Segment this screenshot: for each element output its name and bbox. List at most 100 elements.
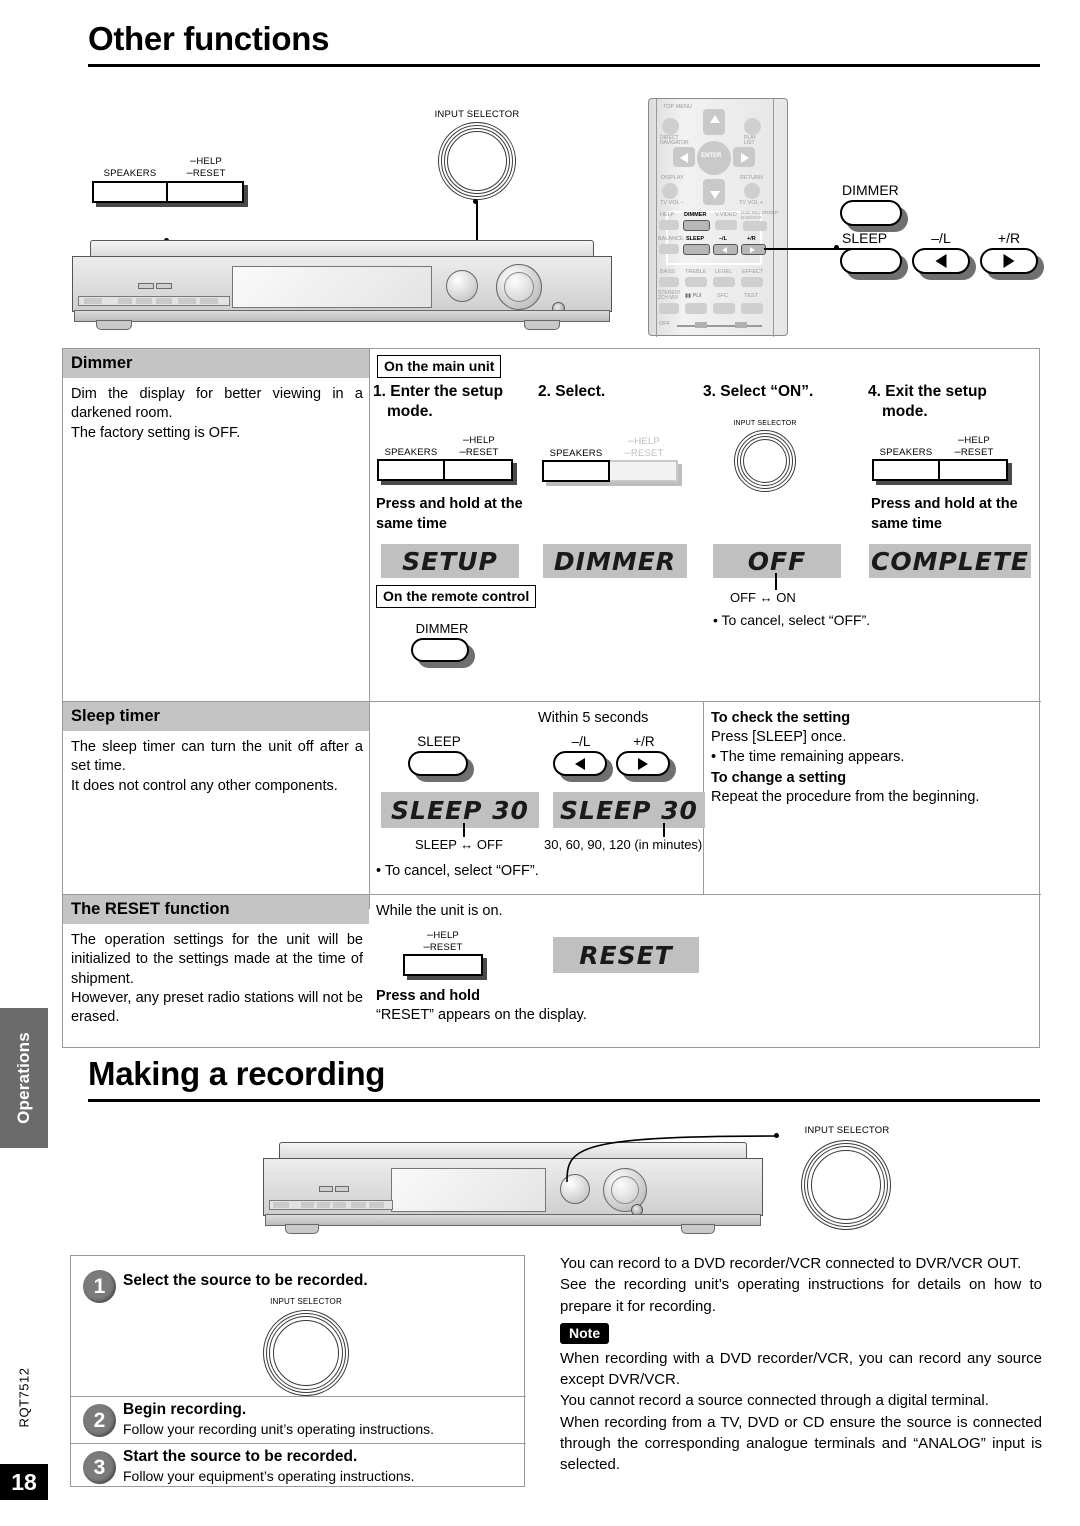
plus-r-label-2: +/R (633, 734, 655, 749)
on-remote-control-chip: On the remote control (376, 585, 537, 608)
reset-description-line1: The operation settings for the unit will… (71, 932, 363, 987)
remote-key-sleep[interactable] (683, 244, 710, 255)
note-badge: Note (560, 1322, 610, 1344)
recording-title-text: Making a recording (88, 1055, 386, 1092)
remote-key-bass[interactable] (659, 277, 679, 287)
plus-r-key-graphic-2[interactable] (616, 751, 676, 782)
sleep-description-line1: The sleep timer can turn the unit off af… (71, 739, 363, 775)
input-selector-label-3: INPUT SELECTOR (270, 1297, 342, 1306)
document-code: RQT7512 (16, 1367, 32, 1428)
step-1-title-line1: Enter the setup (390, 383, 504, 400)
remote-key-dimmer[interactable] (683, 220, 710, 231)
sleep-key-label-2: SLEEP (417, 734, 461, 749)
step-4-button-graphic: SPEAKERS ‒HELP ‒RESET (872, 434, 1038, 485)
input-selector-knob-graphic (438, 122, 516, 201)
sleep-cancel-note: • To cancel, select “OFF”. (376, 863, 539, 879)
press-and-hold-note-1: Press and hold at the same time (376, 496, 523, 532)
plus-r-key-label: +/R (997, 230, 1021, 246)
dimmer-key-graphic[interactable] (840, 200, 908, 232)
on-main-unit-chip: On the main unit (377, 355, 502, 378)
callout-plus-r-key: +/R (980, 230, 1044, 280)
input-selector-label-2: INPUT SELECTOR (804, 1125, 890, 1136)
step-2-title: Begin recording. (123, 1401, 247, 1418)
step-1-title: Select the source to be recorded. (123, 1272, 368, 1289)
dimmer-description: Dim the display for better viewing in a … (71, 385, 363, 443)
section-title-dimmer: Dimmer (71, 354, 133, 372)
remote-key-display[interactable] (662, 183, 678, 199)
section-header-reset: The RESET function (63, 895, 369, 924)
speakers-label: SPEAKERS (103, 168, 157, 180)
recording-step-1: 1 Select the source to be recorded. INPU… (71, 1256, 526, 1396)
remote-key-effect[interactable] (741, 277, 763, 287)
remote-key-stereo[interactable] (659, 303, 679, 314)
remote-key-balance[interactable] (659, 244, 679, 254)
off-on-toggle-caption: OFF ↔ ON (730, 590, 796, 605)
dimmer-step-4: 4. Exit the setup mode. SPEAKERS ‒HELP ‒… (868, 382, 1038, 485)
recording-step-2: 2 Begin recording. Follow your recording… (71, 1397, 526, 1443)
display-readout-complete: COMPLETE (869, 544, 1031, 578)
step-1-knob-graphic: INPUT SELECTOR (251, 1297, 361, 1396)
dimmer-key-label: DIMMER (842, 182, 899, 198)
section-header-sleep-timer: Sleep timer (63, 702, 369, 731)
remote-key-pl2[interactable] (685, 303, 707, 314)
speakers-help-reset-button-graphic (92, 180, 248, 207)
remote-key-return[interactable] (744, 183, 760, 199)
display-readout-dimmer: DIMMER (543, 544, 687, 578)
recording-intro-line1: You can record to a DVD recorder/VCR con… (560, 1255, 1022, 1272)
plus-r-key-callout: +/R (616, 734, 676, 782)
to-check-setting-title: To check the setting (711, 710, 851, 726)
remote-key-treble[interactable] (685, 277, 707, 287)
sleep-key-callout: SLEEP (408, 734, 474, 782)
plus-r-key-graphic[interactable] (980, 248, 1044, 280)
step-3-sub: Follow your equipment’s operating instru… (123, 1468, 415, 1484)
while-unit-on-note: While the unit is on. (376, 903, 503, 919)
minus-l-key-graphic[interactable] (912, 248, 976, 280)
step-3-title: Start the source to be recorded. (123, 1448, 358, 1465)
callout-dimmer-key: DIMMER (840, 182, 908, 232)
callout-input-selector-2: INPUT SELECTOR (765, 1125, 907, 1231)
reset-description-line2: However, any preset radio stations will … (71, 989, 363, 1026)
sleep-minutes-caption: 30, 60, 90, 120 (in minutes) (544, 837, 703, 852)
remote-key-direct-navigator[interactable] (662, 118, 679, 135)
press-and-hold-note-4: Press and hold at the same time (871, 496, 1018, 532)
to-check-setting-line2: • The time remaining appears. (711, 748, 905, 765)
right-arrow-icon (638, 757, 648, 770)
leader-line (463, 823, 465, 837)
display-readout-off: OFF (713, 544, 841, 578)
functions-table: Dimmer Dim the display for better viewin… (62, 348, 1041, 1048)
sleep-key-graphic-2[interactable] (408, 751, 474, 782)
remote-key-play-list[interactable] (744, 118, 761, 135)
leader-line (775, 573, 777, 590)
reset-appears-note: “RESET” appears on the display. (376, 1007, 587, 1023)
leader-dot (834, 245, 839, 250)
step-2-sub: Follow your recording unit’s operating i… (123, 1421, 435, 1437)
remote-dimmer-key-graphic[interactable] (411, 638, 475, 668)
page-title-text: Other functions (88, 20, 330, 57)
remote-key-level[interactable] (713, 277, 735, 287)
callout-input-selector: INPUT SELECTOR (417, 109, 537, 265)
sleep-description-line2: It does not control any other components… (71, 777, 338, 794)
remote-key-dvd-recorder[interactable] (743, 221, 767, 231)
sleep-off-toggle-caption: SLEEP ↔ OFF (415, 837, 503, 852)
step-1-title-line2: mode. (387, 402, 433, 420)
recording-note-line1: When recording with a DVD recorder/VCR, … (560, 1349, 1042, 1389)
reset-button-graphic: ‒HELP ‒RESET (403, 929, 487, 980)
recording-note-line2: You cannot record a source connected thr… (560, 1392, 989, 1410)
step-4-title-line2: mode. (882, 402, 928, 420)
remote-key-v-video[interactable] (715, 220, 737, 230)
remote-label-dimmer: DIMMER (684, 212, 707, 218)
dimmer-cancel-note: • To cancel, select “OFF”. (713, 612, 871, 628)
step-4-title-line1: Exit the setup (885, 383, 987, 400)
sleep-key-graphic[interactable] (840, 248, 908, 280)
remote-key-sfc[interactable] (713, 303, 735, 314)
page-number: 18 (0, 1464, 48, 1500)
remote-key-help[interactable] (659, 220, 679, 230)
remote-label-minus-l: –/L (719, 236, 727, 242)
recording-steps-box: 1 Select the source to be recorded. INPU… (70, 1255, 526, 1487)
minus-l-key-graphic-2[interactable] (553, 751, 613, 782)
to-change-setting-title: To change a setting (711, 769, 847, 786)
remote-key-test[interactable] (741, 303, 763, 314)
page-title-other-functions: Other functions (88, 22, 1040, 67)
display-readout-setup: SETUP (381, 544, 519, 578)
remote-control-diagram: TOP MENU DIRECT NAVIGATOR PLAY LIST ENTER … (648, 98, 1048, 343)
